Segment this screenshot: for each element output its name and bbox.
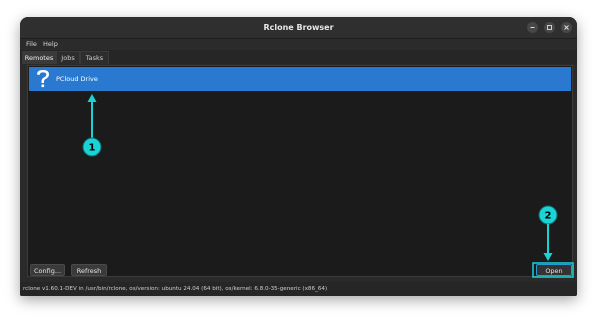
minimize-button[interactable]: [527, 22, 538, 33]
tab-bar: Remotes Jobs Tasks: [20, 50, 577, 64]
app-window: Rclone Browser File Help Remotes Jobs Ta…: [20, 17, 577, 296]
minimize-icon: [530, 27, 535, 28]
tab-tasks[interactable]: Tasks: [80, 51, 109, 64]
config-button[interactable]: Config...: [30, 264, 65, 276]
title-bar: Rclone Browser: [20, 17, 577, 39]
status-bar: rclone v1.60.1-DEV in /usr/bin/rclone, o…: [20, 282, 577, 296]
menu-help[interactable]: Help: [43, 39, 58, 50]
menu-file[interactable]: File: [26, 39, 37, 50]
remotes-list: PCloud Drive: [27, 65, 573, 277]
window-title: Rclone Browser: [263, 23, 334, 32]
close-icon: [564, 25, 569, 30]
close-button[interactable]: [561, 22, 572, 33]
maximize-button[interactable]: [544, 22, 555, 33]
list-item-remote[interactable]: PCloud Drive: [29, 67, 571, 91]
remote-name: PCloud Drive: [56, 75, 98, 83]
refresh-button[interactable]: Refresh: [71, 264, 107, 276]
open-button[interactable]: Open: [536, 264, 572, 276]
tab-remotes[interactable]: Remotes: [22, 51, 56, 64]
menu-bar: File Help: [20, 39, 577, 50]
tab-jobs[interactable]: Jobs: [56, 51, 80, 64]
question-mark-icon: [32, 67, 54, 91]
maximize-icon: [547, 25, 552, 30]
status-text: rclone v1.60.1-DEV in /usr/bin/rclone, o…: [23, 286, 328, 292]
